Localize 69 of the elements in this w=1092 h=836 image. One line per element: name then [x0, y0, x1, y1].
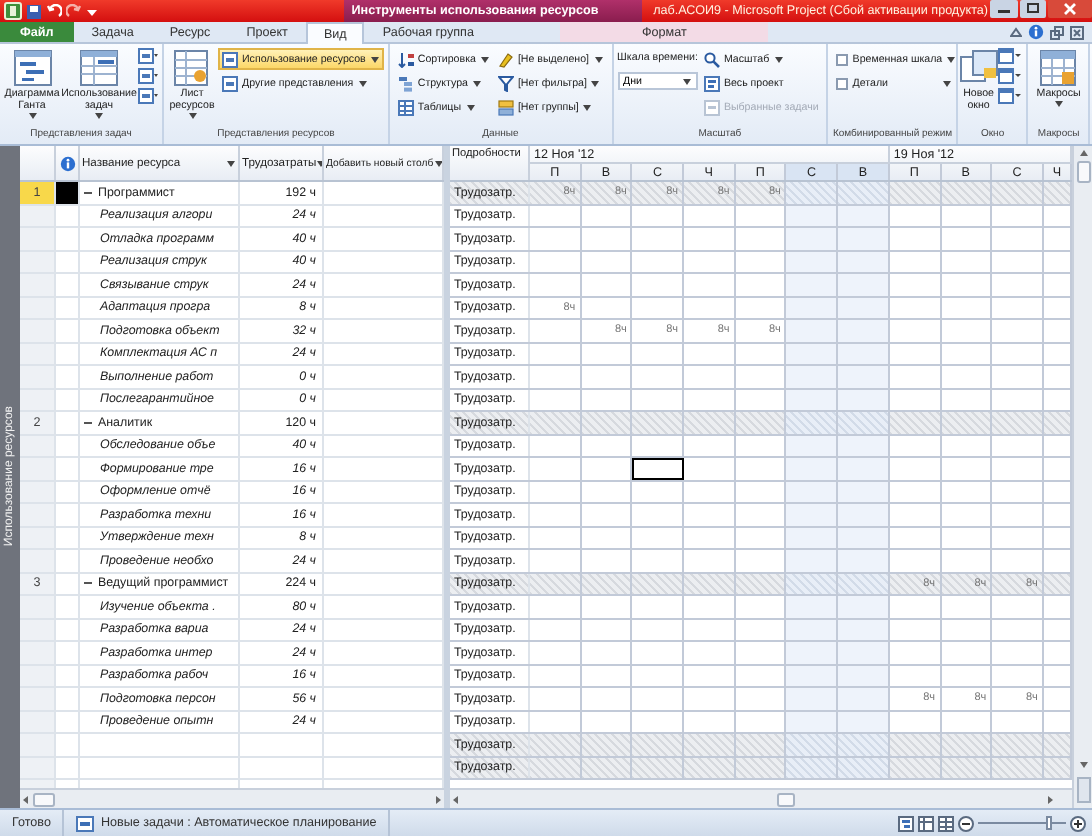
caret-icon — [465, 103, 476, 111]
gantt-chart-icon — [13, 50, 51, 86]
caret-icon — [773, 55, 784, 63]
sort-icon — [397, 51, 414, 67]
maximize-icon[interactable] — [1020, 0, 1046, 18]
caret-icon — [479, 55, 490, 63]
caret-icon — [27, 112, 37, 120]
restore-icon[interactable] — [1050, 25, 1064, 39]
caret-icon — [942, 79, 953, 87]
caret-icon — [226, 159, 236, 167]
usage-icon — [222, 51, 238, 67]
redo-icon[interactable] — [66, 3, 82, 19]
collapse-icon[interactable] — [84, 578, 94, 589]
sheet-view-icon[interactable] — [938, 815, 954, 831]
vertical-scrollbar[interactable] — [1075, 146, 1091, 806]
caret-icon — [1053, 100, 1064, 108]
collapse-icon[interactable] — [84, 417, 94, 428]
save-icon[interactable] — [26, 3, 42, 19]
task-usage-view-icon[interactable] — [918, 815, 934, 831]
task-mode-icon — [76, 815, 95, 831]
gantt-view-icon[interactable] — [898, 815, 914, 831]
caret-icon — [357, 79, 368, 87]
horizontal-scrollbar[interactable] — [20, 791, 444, 807]
window-icon[interactable] — [998, 88, 1023, 106]
indicator-cell[interactable] — [56, 182, 80, 203]
app-icon[interactable] — [4, 2, 22, 20]
checkbox[interactable] — [836, 53, 849, 65]
outline-icon — [397, 75, 414, 91]
highlighter-icon — [497, 51, 514, 67]
caret-icon — [681, 77, 692, 85]
selected-cell[interactable] — [632, 458, 685, 479]
caret-icon — [472, 79, 483, 87]
views-icon — [222, 75, 238, 91]
close-icon[interactable] — [1070, 25, 1084, 39]
zoom-in-icon[interactable] — [1070, 815, 1086, 831]
collapse-ribbon-icon[interactable] — [1010, 26, 1022, 38]
group-icon — [497, 99, 514, 115]
window-icon[interactable] — [998, 68, 1023, 86]
caret-icon — [582, 103, 593, 111]
resource-sheet-icon — [173, 50, 211, 86]
magnifier-icon — [703, 51, 720, 67]
caret-icon — [590, 79, 601, 87]
view-icon[interactable] — [138, 88, 158, 106]
windows-icon — [959, 50, 998, 86]
caret-icon — [94, 112, 104, 120]
window-icon[interactable] — [998, 48, 1023, 66]
caret-icon — [433, 159, 442, 167]
caret-icon — [593, 55, 604, 63]
table-icon — [397, 99, 414, 115]
checkbox[interactable] — [836, 77, 849, 89]
horizontal-scrollbar[interactable] — [450, 791, 1056, 807]
usage-sheet-icon — [80, 50, 118, 86]
view-icon[interactable] — [138, 48, 158, 66]
caret-icon — [187, 112, 197, 120]
undo-icon[interactable] — [46, 3, 62, 19]
filter-icon — [497, 75, 514, 91]
caret-icon — [369, 55, 380, 63]
close-icon[interactable] — [1048, 0, 1092, 18]
zoom-slider-thumb[interactable] — [1045, 816, 1052, 830]
help-icon[interactable] — [1028, 24, 1044, 40]
info-icon — [59, 155, 75, 171]
view-icon[interactable] — [138, 68, 158, 86]
zoom-out-icon[interactable] — [958, 815, 974, 831]
minimize-icon[interactable] — [990, 0, 1018, 18]
collapse-icon[interactable] — [84, 187, 94, 198]
fit-icon — [703, 75, 720, 91]
caret-icon — [946, 55, 957, 63]
macro-icon — [1039, 50, 1078, 86]
fit-icon — [703, 99, 720, 115]
